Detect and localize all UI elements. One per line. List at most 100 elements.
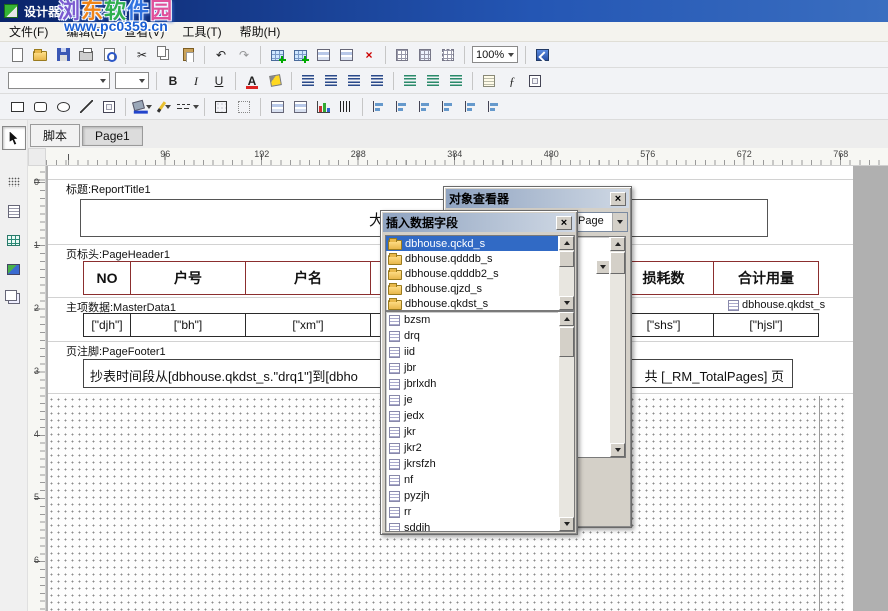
line-color-button[interactable] (154, 96, 176, 118)
data-cell[interactable]: ["bh"] (131, 314, 246, 336)
band-color-button[interactable] (289, 96, 311, 118)
object-list-scrollbar[interactable] (609, 237, 625, 457)
titlebar[interactable]: 设计器 - sttzd2.rmf (0, 0, 888, 22)
dataset-item[interactable]: dbhouse.qdddb_s (386, 251, 558, 266)
field-item[interactable]: jbrlxdh (386, 376, 558, 392)
barcode-button[interactable] (335, 96, 357, 118)
zoom-combo[interactable]: 100% (470, 44, 520, 66)
chevron-down-icon[interactable] (612, 213, 627, 231)
scroll-up-icon[interactable] (559, 236, 574, 250)
field-item[interactable]: je (386, 392, 558, 408)
font-size-combo[interactable] (113, 70, 151, 92)
rounded-rectangle-tool-button[interactable] (29, 96, 51, 118)
insert-dataset-button[interactable] (266, 44, 288, 66)
fill-color-button[interactable] (131, 96, 153, 118)
frame-tool-button[interactable] (98, 96, 120, 118)
align-bottoms-button[interactable] (437, 96, 459, 118)
rectangle-tool-button[interactable] (6, 96, 28, 118)
field-item[interactable]: jbr (386, 360, 558, 376)
undo-button[interactable]: ↶ (210, 44, 232, 66)
field-item[interactable]: pyzjh (386, 488, 558, 504)
font-family-combo[interactable] (6, 70, 112, 92)
menu-item[interactable]: 帮助(H) (231, 21, 290, 42)
show-grid-button[interactable] (391, 44, 413, 66)
header-cell[interactable]: 合计用量 (714, 262, 818, 294)
dataset-list-scrollbar[interactable] (558, 236, 574, 310)
scroll-thumb[interactable] (559, 327, 574, 357)
tab-page1[interactable]: Page1 (82, 126, 143, 146)
snap-to-grid-button[interactable] (414, 44, 436, 66)
menu-item[interactable]: 工具(T) (173, 21, 230, 42)
valign-top-button[interactable] (399, 70, 421, 92)
menu-item[interactable]: 查看(V) (115, 21, 173, 42)
table-object-button[interactable] (2, 228, 26, 252)
valign-center-button[interactable] (422, 70, 444, 92)
dataset-item[interactable]: dbhouse.qdddb2_s (386, 266, 558, 281)
close-icon[interactable]: × (556, 216, 572, 230)
object-viewer-titlebar[interactable]: 对象查看器 × (446, 189, 629, 208)
align-justify-button[interactable] (366, 70, 388, 92)
inspector-dropdown[interactable] (596, 260, 610, 274)
insert-field-titlebar[interactable]: 插入数据字段 × (383, 213, 575, 232)
field-item[interactable]: drq (386, 328, 558, 344)
line-tool-button[interactable] (75, 96, 97, 118)
ellipse-tool-button[interactable] (52, 96, 74, 118)
align-right-button[interactable] (343, 70, 365, 92)
align-rights-button[interactable] (391, 96, 413, 118)
italic-button[interactable]: I (185, 70, 207, 92)
underline-button[interactable]: U (208, 70, 230, 92)
header-cell[interactable]: 户号 (131, 262, 246, 294)
field-item[interactable]: sddjh (386, 520, 558, 532)
align-center-button[interactable] (320, 70, 342, 92)
menu-item[interactable]: 文件(F) (0, 21, 57, 42)
header-cell[interactable]: 户名 (246, 262, 371, 294)
preview-button[interactable] (98, 44, 120, 66)
line-style-button[interactable] (177, 96, 199, 118)
redo-button[interactable]: ↷ (233, 44, 255, 66)
format-cells-button[interactable] (524, 70, 546, 92)
expression-button[interactable]: ƒ (501, 70, 523, 92)
band-label-page-footer[interactable]: 页注脚:PageFooter1 (66, 343, 166, 359)
picture-object-button[interactable] (2, 257, 26, 281)
new-button[interactable] (6, 44, 28, 66)
field-item[interactable]: rr (386, 504, 558, 520)
data-cell[interactable]: ["xm"] (246, 314, 371, 336)
field-item[interactable]: iid (386, 344, 558, 360)
select-tool-button[interactable] (2, 126, 26, 150)
field-item[interactable]: jkr2 (386, 440, 558, 456)
band-style-button[interactable] (266, 96, 288, 118)
center-horizontal-button[interactable] (460, 96, 482, 118)
field-item[interactable]: bzsm (386, 312, 558, 328)
align-left-button[interactable] (297, 70, 319, 92)
border-outline-button[interactable] (210, 96, 232, 118)
field-list-scrollbar[interactable] (558, 312, 574, 531)
field-item[interactable]: nf (386, 472, 558, 488)
scroll-down-icon[interactable] (559, 517, 574, 531)
align-to-grid-button[interactable] (437, 44, 459, 66)
dataset-item[interactable]: dbhouse.qjzd_s (386, 281, 558, 296)
menu-item[interactable]: 编辑(E) (57, 21, 115, 42)
band-label-report-title[interactable]: 标题:ReportTitle1 (66, 181, 151, 197)
header-cell[interactable]: NO (84, 262, 131, 294)
text-options-button[interactable] (478, 70, 500, 92)
field-list[interactable]: bzsm drq iid jbr (385, 311, 575, 532)
scroll-thumb[interactable] (610, 252, 625, 274)
band-label-page-header[interactable]: 页标头:PageHeader1 (66, 246, 170, 262)
align-lefts-button[interactable] (368, 96, 390, 118)
dataset-item[interactable]: dbhouse.qckd_s (386, 236, 558, 251)
copy-button[interactable] (154, 44, 176, 66)
paste-button[interactable] (177, 44, 199, 66)
delete-button[interactable]: × (358, 44, 380, 66)
dataset-list[interactable]: dbhouse.qckd_s dbhouse.qdddb_s dbhouse.q… (385, 235, 575, 311)
data-cell[interactable]: ["djh"] (84, 314, 131, 336)
scroll-up-icon[interactable] (610, 237, 625, 251)
save-button[interactable] (52, 44, 74, 66)
field-item[interactable]: jedx (386, 408, 558, 424)
align-tops-button[interactable] (414, 96, 436, 118)
scroll-down-icon[interactable] (610, 443, 625, 457)
hand-tool-button[interactable] (2, 170, 26, 194)
data-cell[interactable]: ["hjsl"] (714, 314, 818, 336)
center-vertical-button[interactable] (483, 96, 505, 118)
scroll-down-icon[interactable] (559, 296, 574, 310)
cut-button[interactable]: ✂ (131, 44, 153, 66)
